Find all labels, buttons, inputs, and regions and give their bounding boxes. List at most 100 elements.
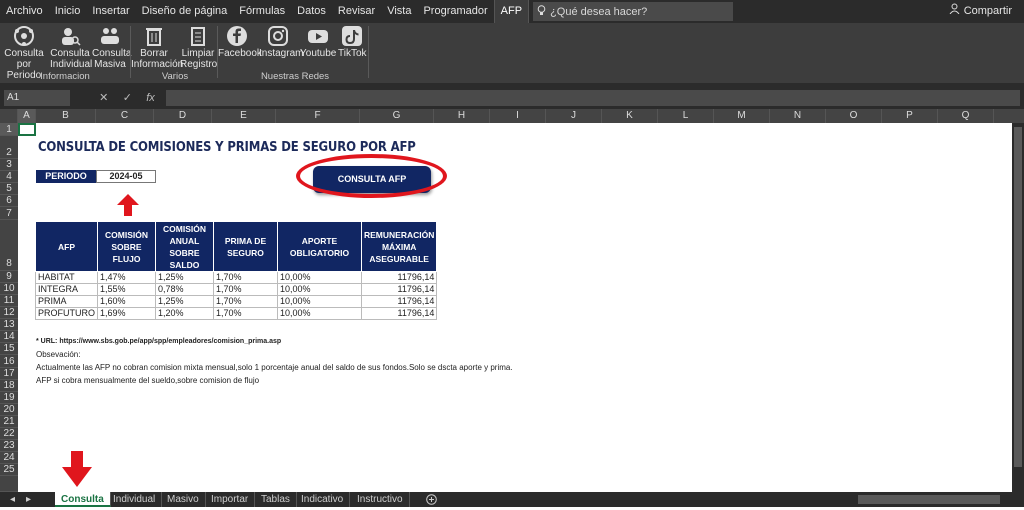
row-header[interactable]: 15 xyxy=(0,343,18,355)
row-header[interactable]: 21 xyxy=(0,416,18,428)
menu-insertar[interactable]: Insertar xyxy=(86,0,135,23)
col-header-a[interactable]: A xyxy=(18,109,36,123)
row-header[interactable]: 14 xyxy=(0,331,18,343)
col-header-f[interactable]: F xyxy=(276,109,360,123)
row-header[interactable]: 17 xyxy=(0,368,18,380)
cell[interactable]: 1,20% xyxy=(155,307,214,320)
row-header[interactable]: 19 xyxy=(0,392,18,404)
borrar-informacion-button[interactable]: Borrar Información xyxy=(131,23,183,70)
row-header[interactable]: 24 xyxy=(0,452,18,464)
row-header[interactable]: 23 xyxy=(0,440,18,452)
row-header[interactable]: 11 xyxy=(0,295,18,307)
row-header[interactable]: 20 xyxy=(0,404,18,416)
consulta-afp-button[interactable]: CONSULTA AFP xyxy=(313,166,431,193)
limpiar-registro-button[interactable]: Limpiar Registro xyxy=(180,23,217,70)
periodo-input[interactable]: 2024-05 xyxy=(96,170,156,183)
menu-archivo[interactable]: Archivo xyxy=(0,0,49,23)
cell[interactable]: 1,55% xyxy=(97,283,156,296)
select-all-corner[interactable] xyxy=(0,109,18,123)
row-header[interactable]: 22 xyxy=(0,428,18,440)
col-header-g[interactable]: G xyxy=(360,109,434,123)
menu-datos[interactable]: Datos xyxy=(291,0,332,23)
row-header[interactable]: 12 xyxy=(0,307,18,319)
add-sheet-icon[interactable] xyxy=(420,492,443,507)
cell[interactable]: 1,60% xyxy=(97,295,156,308)
vertical-scrollbar[interactable] xyxy=(1012,123,1024,492)
col-header-i[interactable]: I xyxy=(490,109,546,123)
menu-afp[interactable]: AFP xyxy=(493,0,530,23)
menu-formulas[interactable]: Fórmulas xyxy=(233,0,291,23)
row-header[interactable]: 9 xyxy=(0,271,18,283)
col-header-c[interactable]: C xyxy=(96,109,154,123)
row-header[interactable]: 25 xyxy=(0,464,18,476)
scroll-thumb[interactable] xyxy=(1014,127,1022,467)
row-header[interactable]: 2 xyxy=(0,136,18,159)
cell[interactable]: 1,70% xyxy=(213,307,278,320)
consulta-individual-button[interactable]: Consulta Individual xyxy=(50,23,92,70)
col-header-d[interactable]: D xyxy=(154,109,212,123)
facebook-button[interactable]: Facebook xyxy=(218,23,262,59)
cell[interactable]: 10,00% xyxy=(277,295,362,308)
col-header-n[interactable]: N xyxy=(770,109,826,123)
col-header-j[interactable]: J xyxy=(546,109,602,123)
cell[interactable]: HABITAT xyxy=(35,271,98,284)
row-header[interactable]: 3 xyxy=(0,159,18,171)
tab-tablas[interactable]: Tablas xyxy=(255,492,297,507)
youtube-button[interactable]: Youtube xyxy=(300,23,336,59)
cell[interactable]: 1,69% xyxy=(97,307,156,320)
cell[interactable]: 11796,14 xyxy=(360,307,438,320)
share-button[interactable]: Compartir xyxy=(949,0,1012,23)
worksheet[interactable]: CONSULTA DE COMISIONES Y PRIMAS DE SEGUR… xyxy=(18,123,1012,492)
col-header-o[interactable]: O xyxy=(826,109,882,123)
cell[interactable]: 1,70% xyxy=(213,295,278,308)
tab-importar[interactable]: Importar xyxy=(205,492,256,507)
cell[interactable]: 1,25% xyxy=(155,271,214,284)
cell[interactable]: 10,00% xyxy=(277,271,362,284)
cell[interactable]: 0,78% xyxy=(155,283,214,296)
formula-input[interactable] xyxy=(166,90,1020,106)
row-header[interactable]: 4 xyxy=(0,171,18,183)
col-header-l[interactable]: L xyxy=(658,109,714,123)
col-header-b[interactable]: B xyxy=(36,109,96,123)
name-box[interactable]: A1 xyxy=(4,90,70,106)
col-header-h[interactable]: H xyxy=(434,109,490,123)
tab-masivo[interactable]: Masivo xyxy=(161,492,206,507)
tab-scroll-left-icon[interactable]: ◂ xyxy=(4,492,21,507)
tab-consulta[interactable]: Consulta xyxy=(55,492,111,507)
consulta-masiva-button[interactable]: Consulta Masiva xyxy=(92,23,131,70)
cell[interactable]: 1,47% xyxy=(97,271,156,284)
row-header[interactable]: 8 xyxy=(0,220,18,271)
row-header[interactable]: 16 xyxy=(0,355,18,368)
menu-revisar[interactable]: Revisar xyxy=(332,0,381,23)
row-header[interactable]: 5 xyxy=(0,183,18,195)
menu-inicio[interactable]: Inicio xyxy=(49,0,87,23)
cell[interactable]: 1,70% xyxy=(213,271,278,284)
row-header[interactable]: 10 xyxy=(0,283,18,295)
selected-cell[interactable] xyxy=(18,123,36,136)
cell[interactable]: INTEGRA xyxy=(35,283,98,296)
tab-scroll-right-icon[interactable]: ▸ xyxy=(20,492,37,507)
tab-individual[interactable]: Individual xyxy=(107,492,163,507)
cell[interactable]: PROFUTURO xyxy=(35,307,98,320)
cell[interactable]: 1,25% xyxy=(155,295,214,308)
row-header[interactable]: 1 xyxy=(0,123,18,136)
row-header[interactable]: 18 xyxy=(0,380,18,392)
menu-vista[interactable]: Vista xyxy=(381,0,417,23)
menu-diseno-pagina[interactable]: Diseño de página xyxy=(136,0,234,23)
cancel-icon[interactable]: ✕ xyxy=(99,90,108,106)
tab-indicativo[interactable]: Indicativo xyxy=(295,492,351,507)
row-header[interactable]: 7 xyxy=(0,207,18,220)
horizontal-scrollbar[interactable] xyxy=(858,495,1000,504)
cell[interactable]: 10,00% xyxy=(277,307,362,320)
col-header-p[interactable]: P xyxy=(882,109,938,123)
cell[interactable]: 11796,14 xyxy=(360,283,438,296)
cell[interactable]: PRIMA xyxy=(35,295,98,308)
row-header[interactable]: 13 xyxy=(0,319,18,331)
col-header-q[interactable]: Q xyxy=(938,109,994,123)
cell[interactable]: 10,00% xyxy=(277,283,362,296)
function-icon[interactable]: fx xyxy=(146,90,155,106)
instagram-button[interactable]: Instagram xyxy=(259,23,303,59)
cell[interactable]: 1,70% xyxy=(213,283,278,296)
menu-programador[interactable]: Programador xyxy=(417,0,493,23)
tiktok-button[interactable]: TikTok xyxy=(338,23,367,59)
